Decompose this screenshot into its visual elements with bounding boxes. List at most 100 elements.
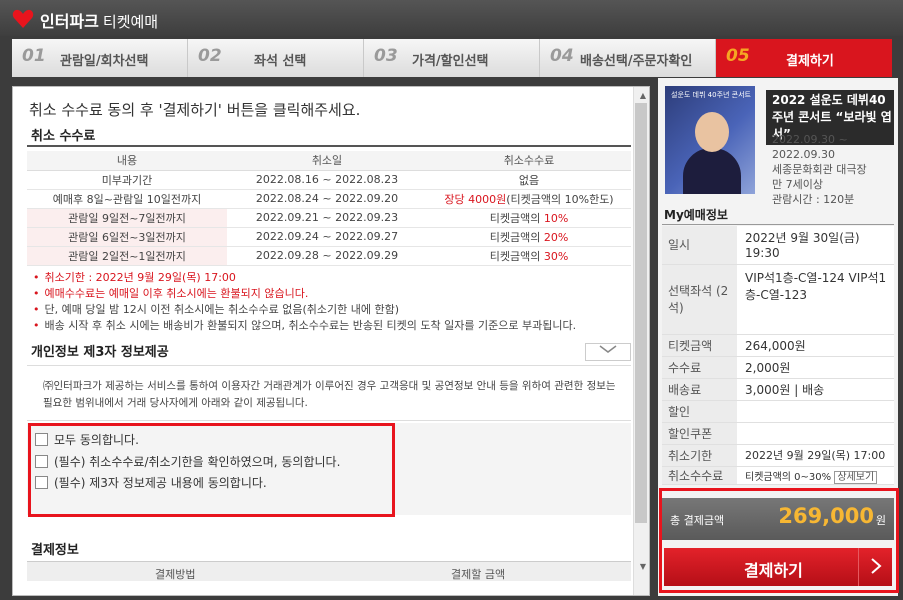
table-row: 미부과기간 2022.08.16 ~ 2022.08.23 없음 <box>27 170 631 190</box>
fee-text: 티켓금액의 <box>489 249 544 263</box>
chevron-down-icon <box>599 345 617 353</box>
heart-logo-icon <box>12 9 34 28</box>
step-number: 03 <box>374 46 398 66</box>
fee-content: 예매후 8일~관람일 10일전까지 <box>27 189 227 209</box>
note-item: 배송 시작 후 취소 시에는 배송비가 환불되지 않으며, 취소수수료는 반송된… <box>33 317 577 333</box>
step-number: 02 <box>198 46 222 66</box>
table-row: 관람일 2일전~1일전까지 2022.09.28 ~ 2022.09.29 티켓… <box>27 246 631 266</box>
step-select-date[interactable]: 01 관람일/회차선택 <box>12 39 188 77</box>
table-row: 티켓금액 264,000원 <box>662 334 894 357</box>
scroll-up-icon[interactable]: ▲ <box>640 91 646 100</box>
step-select-price[interactable]: 03 가격/할인선택 <box>364 39 540 77</box>
column-header: 결제할 금액 <box>451 568 506 581</box>
step-delivery[interactable]: 04 배송선택/주문자확인 <box>540 39 716 77</box>
my-booking-title: My예매정보 <box>664 208 728 222</box>
fee-content: 관람일 6일전~3일전까지 <box>27 227 227 247</box>
fee-value: 티켓금액의 10% <box>427 208 631 228</box>
table-row: 취소기한 2022년 9월 29일(목) 17:00 <box>662 444 894 467</box>
table-row: 관람일 9일전~7일전까지 2022.09.21 ~ 2022.09.23 티켓… <box>27 208 631 228</box>
column-header: 취소일 <box>227 151 427 171</box>
detail-link[interactable]: 상세보기 <box>834 470 878 484</box>
poster-figure <box>683 148 741 194</box>
column-header: 취소수수료 <box>427 151 631 171</box>
title-bar: 인터파크 티켓예매 <box>0 0 903 36</box>
fee-highlight: 10% <box>543 211 569 225</box>
product-name: 티켓예매 <box>102 13 159 31</box>
show-venue: 세종문화회관 대극장 <box>772 163 867 176</box>
info-value: 3,000원 | 배송 <box>737 378 894 401</box>
table-row: 할인 <box>662 400 894 423</box>
fee-value: 장당 4000원(티켓금액의 10%한도) <box>427 189 631 209</box>
step-label: 가격/할인선택 <box>412 54 489 69</box>
app-title: 인터파크 티켓예매 <box>40 8 158 32</box>
step-label: 좌석 선택 <box>254 54 307 69</box>
info-key: 배송료 <box>662 378 737 401</box>
brand-name: 인터파크 <box>40 12 99 31</box>
fee-date: 2022.08.24 ~ 2022.09.20 <box>227 189 427 209</box>
info-value: 2022년 9월 29일(목) 17:00 <box>737 444 894 467</box>
main-panel: 취소 수수료 동의 후 '결제하기' 버튼을 클릭해주세요. 취소 수수료 내용… <box>12 86 650 596</box>
table-row: 취소수수료 티켓금액의 0~30% 상세보기 <box>662 466 894 485</box>
show-info: 2022.09.30 ~ 2022.09.30 세종문화회관 대극장 만 7세이… <box>766 132 894 207</box>
divider <box>27 145 631 147</box>
table-row: 일시 2022년 9월 30일(금) 19:30 <box>662 226 894 265</box>
fee-text: 티켓금액의 <box>489 230 544 244</box>
consent-highlight-outline <box>28 423 395 517</box>
table-row: 관람일 6일전~3일전까지 2022.09.24 ~ 2022.09.27 티켓… <box>27 227 631 247</box>
info-value: 264,000원 <box>737 334 894 357</box>
fee-date: 2022.09.21 ~ 2022.09.23 <box>227 208 427 228</box>
info-key: 할인 <box>662 400 737 423</box>
step-number: 04 <box>550 46 574 66</box>
info-value: 2022년 9월 30일(금) 19:30 <box>737 226 894 265</box>
scroll-down-icon[interactable]: ▼ <box>640 562 646 571</box>
step-number: 05 <box>726 46 750 66</box>
info-key: 수수료 <box>662 356 737 379</box>
scrollbar[interactable]: ▲ ▼ <box>633 87 649 595</box>
fee-date: 2022.09.28 ~ 2022.09.29 <box>227 246 427 266</box>
table-row: 수수료 2,000원 <box>662 356 894 379</box>
show-dates: 2022.09.30 ~ 2022.09.30 <box>772 133 848 161</box>
show-poster: 설운도 데뷔 40주년 콘서트 <box>665 86 755 194</box>
privacy-expand-button[interactable] <box>585 343 631 361</box>
fee-date: 2022.09.24 ~ 2022.09.27 <box>227 227 427 247</box>
divider <box>662 224 894 225</box>
fee-text: 티켓금액의 <box>489 211 544 225</box>
my-booking-table: 일시 2022년 9월 30일(금) 19:30 선택좌석 (2석) VIP석1… <box>662 226 894 485</box>
fee-value: 티켓금액의 20% <box>427 227 631 247</box>
booking-steps: 01 관람일/회차선택 02 좌석 선택 03 가격/할인선택 04 배송선택/… <box>12 39 892 77</box>
fee-content: 관람일 2일전~1일전까지 <box>27 246 227 266</box>
fee-date: 2022.08.16 ~ 2022.08.23 <box>227 170 427 190</box>
info-key: 할인쿠폰 <box>662 422 737 445</box>
scrollbar-thumb[interactable] <box>635 103 647 523</box>
table-row: 예매후 8일~관람일 10일전까지 2022.08.24 ~ 2022.09.2… <box>27 189 631 209</box>
poster-face <box>695 112 729 152</box>
info-value <box>737 400 894 423</box>
fee-content: 미부과기간 <box>27 170 227 190</box>
info-key: 취소수수료 <box>662 466 737 485</box>
info-value: 티켓금액의 0~30% 상세보기 <box>737 466 894 485</box>
step-select-seat[interactable]: 02 좌석 선택 <box>188 39 364 77</box>
cancel-fee-table: 내용 취소일 취소수수료 미부과기간 2022.08.16 ~ 2022.08.… <box>27 151 631 266</box>
note-item: 예매수수료는 예매일 이후 취소시에는 환불되지 않습니다. <box>33 285 576 301</box>
step-label: 결제하기 <box>786 54 834 69</box>
payment-table-header: 결제방법 결제할 금액 <box>27 561 631 581</box>
info-key: 티켓금액 <box>662 334 737 357</box>
step-payment[interactable]: 05 결제하기 <box>716 39 892 77</box>
info-key: 취소기한 <box>662 444 737 467</box>
step-label: 배송선택/주문자확인 <box>580 54 693 69</box>
fee-highlight: 20% <box>543 230 569 244</box>
instruction-text: 취소 수수료 동의 후 '결제하기' 버튼을 클릭해주세요. <box>29 101 361 119</box>
step-number: 01 <box>22 46 46 66</box>
table-row: 할인쿠폰 <box>662 422 894 445</box>
privacy-text-box: ㈜인터파크가 제공하는 서비스를 통하여 이용자간 거래관계가 이루어진 경우 … <box>27 365 631 421</box>
cancel-fee-title: 취소 수수료 <box>31 129 96 144</box>
privacy-title: 개인정보 제3자 정보제공 <box>31 345 169 360</box>
cancel-fee-summary: 티켓금액의 0~30% <box>745 471 832 483</box>
poster-title: 설운도 데뷔 40주년 콘서트 <box>671 91 751 99</box>
cancel-notes: 취소기한 : 2022년 9월 29일(목) 17:00 예매수수료는 예매일 … <box>33 269 577 333</box>
info-key: 일시 <box>662 226 737 265</box>
info-key: 선택좌석 (2석) <box>662 264 737 335</box>
info-value: VIP석1층-C열-124 VIP석1층-C열-123 <box>737 264 894 335</box>
payment-info-title: 결제정보 <box>31 543 79 558</box>
column-header: 결제방법 <box>155 568 196 581</box>
